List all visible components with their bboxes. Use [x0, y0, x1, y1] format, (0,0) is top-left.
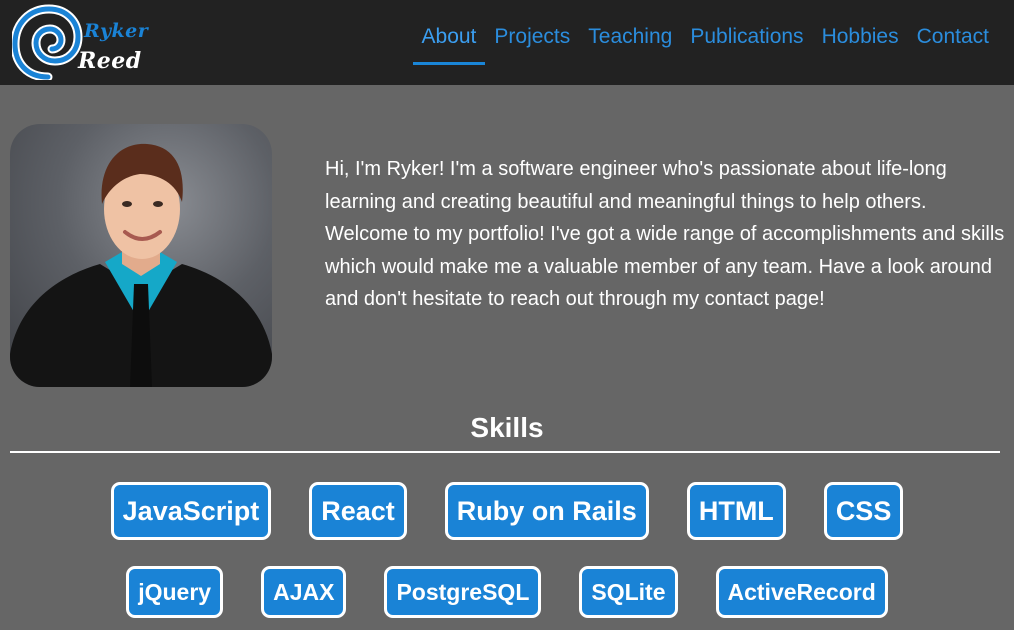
nav-projects[interactable]: Projects: [485, 0, 579, 66]
site-header: Ryker Reed About Projects Teaching Publi…: [0, 0, 1014, 85]
skill-badge-jquery[interactable]: jQuery: [126, 566, 224, 618]
logo-first-name: Ryker: [84, 20, 149, 42]
nav-about[interactable]: About: [412, 0, 486, 66]
skills-row-2: jQuery AJAX PostgreSQL SQLite ActiveReco…: [0, 566, 1014, 618]
skills-row-1: JavaScript React Ruby on Rails HTML CSS: [0, 482, 1014, 540]
nav-teaching[interactable]: Teaching: [579, 0, 681, 66]
nav-publications[interactable]: Publications: [681, 0, 812, 66]
spiral-logo-icon: [12, 4, 83, 80]
main-nav: About Projects Teaching Publications Hob…: [412, 0, 998, 85]
nav-hobbies[interactable]: Hobbies: [813, 0, 908, 66]
site-logo[interactable]: Ryker Reed: [12, 4, 148, 80]
skill-badge-react[interactable]: React: [309, 482, 407, 540]
skill-badge-html[interactable]: HTML: [686, 482, 786, 540]
skill-badge-postgresql[interactable]: PostgreSQL: [384, 566, 542, 618]
intro-paragraph: Hi, I'm Ryker! I'm a software engineer w…: [325, 158, 1005, 310]
profile-photo: [10, 124, 272, 387]
skill-badge-css[interactable]: CSS: [823, 482, 904, 540]
profile-portrait-image: [10, 143, 272, 387]
skills-heading: Skills: [470, 412, 544, 443]
skill-badge-activerecord[interactable]: ActiveRecord: [715, 566, 888, 618]
skill-badge-javascript[interactable]: JavaScript: [110, 482, 272, 540]
skills-divider: [10, 451, 1000, 453]
skill-badge-ajax[interactable]: AJAX: [261, 566, 347, 618]
nav-contact[interactable]: Contact: [908, 0, 998, 66]
skill-badge-sqlite[interactable]: SQLite: [579, 566, 678, 618]
skill-badge-ruby-on-rails[interactable]: Ruby on Rails: [444, 482, 649, 540]
logo-last-name: Reed: [78, 48, 142, 74]
